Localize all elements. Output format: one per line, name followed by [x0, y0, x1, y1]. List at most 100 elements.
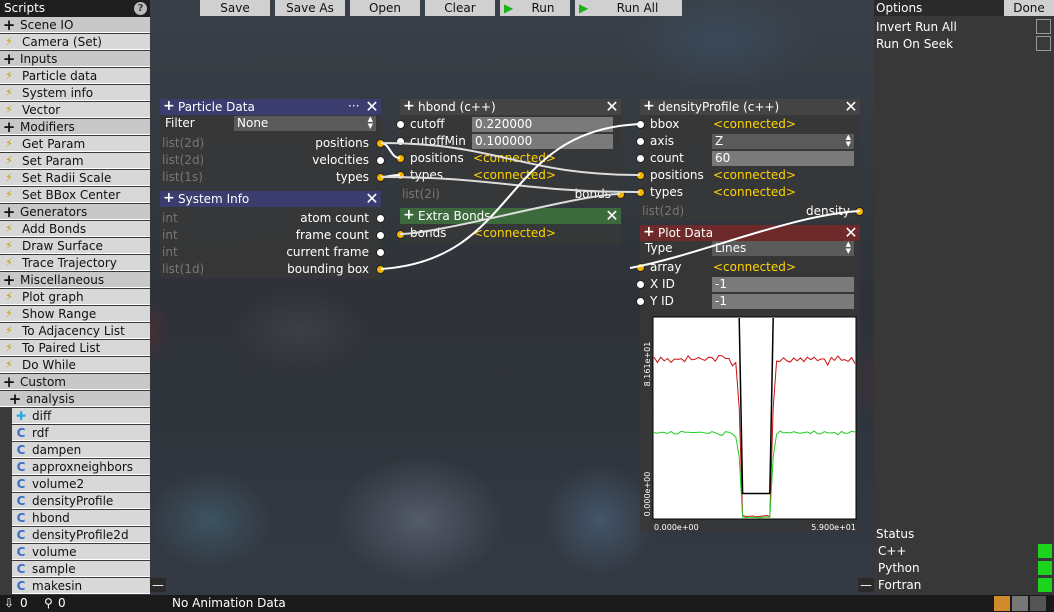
save-as-button[interactable]: Save As [275, 0, 345, 16]
script-item-volume2[interactable]: Cvolume2 [12, 476, 150, 492]
cutoffmin-input[interactable]: 0.100000 [472, 134, 613, 149]
input-port-types[interactable] [636, 188, 645, 197]
close-icon[interactable]: ✕ [364, 191, 380, 207]
close-icon[interactable]: ✕ [364, 99, 380, 115]
node-title-bar[interactable]: + System Info [160, 191, 381, 207]
input-types-label: types [410, 168, 444, 182]
script-item-plot-graph[interactable]: ⚡ Plot graph [0, 289, 150, 305]
density-profile-node[interactable]: + densityProfile (c++) ✕ bbox <connected>… [640, 99, 860, 221]
node-title-bar[interactable]: + Plot Data [640, 225, 860, 241]
input-port-positions[interactable] [636, 171, 645, 180]
script-item-system-info[interactable]: ⚡ System info [0, 85, 150, 101]
script-item-to-paired-list[interactable]: ⚡ To Paired List [0, 340, 150, 356]
filter-select[interactable]: None ▲ ▼ [234, 116, 376, 131]
output-port-frame-count[interactable] [376, 231, 385, 240]
menu-icon[interactable]: ··· [348, 99, 359, 113]
run-all-button[interactable]: ▶ Run All [575, 0, 682, 16]
collapse-left-button[interactable]: — [150, 578, 166, 592]
xid-input[interactable]: -1 [712, 277, 854, 292]
script-item-set-bbox-center[interactable]: ⚡ Set BBox Center [0, 187, 150, 203]
category-inputs[interactable]: + Inputs [0, 51, 150, 67]
run-button[interactable]: ▶ Run [500, 0, 570, 16]
invert-run-all-checkbox[interactable] [1036, 19, 1051, 34]
system-info-node[interactable]: + System Info ✕ int atom count int frame … [160, 191, 381, 278]
script-item-show-range[interactable]: ⚡ Show Range [0, 306, 150, 322]
output-port-velocities[interactable] [376, 156, 385, 165]
node-title-bar[interactable]: + Extra Bonds [400, 208, 621, 224]
connected-value: <connected> [713, 168, 796, 182]
category-generators[interactable]: + Generators [0, 204, 150, 220]
clear-button[interactable]: Clear [425, 0, 495, 16]
run-on-seek-checkbox[interactable] [1036, 36, 1051, 51]
yid-input[interactable]: -1 [712, 294, 854, 309]
category-analysis[interactable]: + analysis [0, 391, 150, 407]
node-title-bar[interactable]: + densityProfile (c++) [640, 99, 860, 115]
input-port-cutoff[interactable] [396, 120, 405, 129]
script-item-get-param[interactable]: ⚡ Get Param [0, 136, 150, 152]
script-item-hbond[interactable]: Chbond [12, 510, 150, 526]
done-button[interactable]: Done [1004, 0, 1054, 16]
close-icon[interactable]: ✕ [604, 99, 620, 115]
script-item-diff[interactable]: ✚ diff [12, 408, 150, 424]
collapse-right-button[interactable]: — [858, 578, 874, 592]
input-port-bonds[interactable] [396, 230, 405, 239]
output-port-density[interactable] [855, 207, 864, 216]
script-item-rdf[interactable]: Crdf [12, 425, 150, 441]
input-port-axis[interactable] [636, 137, 645, 146]
extra-bonds-node[interactable]: + Extra Bonds ✕ bonds <connected> [400, 208, 621, 244]
input-port-xid[interactable] [636, 280, 645, 289]
output-port-atom-count[interactable] [376, 214, 385, 223]
cutoff-input[interactable]: 0.220000 [472, 117, 613, 132]
hbond-node[interactable]: + hbond (c++) ✕ cutoff 0.220000 cutoffMin… [400, 99, 621, 204]
output-port-types[interactable] [376, 173, 385, 182]
category-custom[interactable]: + Custom [0, 374, 150, 390]
script-item-dampen[interactable]: Cdampen [12, 442, 150, 458]
close-icon[interactable]: ✕ [843, 225, 859, 241]
input-port-yid[interactable] [636, 297, 645, 306]
input-port-positions[interactable] [396, 154, 405, 163]
category-scene-io[interactable]: + Scene IO [0, 17, 150, 33]
category-miscellaneous[interactable]: + Miscellaneous [0, 272, 150, 288]
help-icon[interactable]: ? [134, 2, 147, 15]
status-title: Status [876, 527, 915, 541]
script-item-makesin[interactable]: Cmakesin [12, 578, 150, 594]
pan-icon[interactable] [1012, 596, 1028, 611]
script-item-densityprofile2d[interactable]: CdensityProfile2d [12, 527, 150, 543]
script-item-particle-data[interactable]: ⚡ Particle data [0, 68, 150, 84]
open-button[interactable]: Open [350, 0, 420, 16]
particle-data-node[interactable]: + Particle Data ··· ✕ Filter None ▲ ▼ list(… [160, 99, 381, 186]
script-item-add-bonds[interactable]: ⚡ Add Bonds [0, 221, 150, 237]
script-item-set-param[interactable]: ⚡ Set Param [0, 153, 150, 169]
zoom-icon[interactable] [1030, 596, 1046, 611]
move-icon[interactable] [994, 596, 1010, 611]
axis-select[interactable]: Z ▲ ▼ [712, 134, 854, 149]
save-button[interactable]: Save [200, 0, 270, 16]
close-icon[interactable]: ✕ [604, 208, 620, 224]
input-port-cutoffmin[interactable] [396, 137, 405, 146]
script-item-densityprofile[interactable]: CdensityProfile [12, 493, 150, 509]
script-item-volume[interactable]: Cvolume [12, 544, 150, 560]
script-item-sample[interactable]: Csample [12, 561, 150, 577]
close-icon[interactable]: ✕ [843, 99, 859, 115]
script-item-vector[interactable]: ⚡ Vector [0, 102, 150, 118]
script-item-trace-trajectory[interactable]: ⚡ Trace Trajectory [0, 255, 150, 271]
connected-value: <connected> [713, 117, 796, 131]
script-item-approxneighbors[interactable]: Capproxneighbors [12, 459, 150, 475]
node-title-bar[interactable]: + hbond (c++) [400, 99, 621, 115]
script-item-draw-surface[interactable]: ⚡ Draw Surface [0, 238, 150, 254]
script-item-set-radii-scale[interactable]: ⚡ Set Radii Scale [0, 170, 150, 186]
script-item-camera-set-[interactable]: ⚡ Camera (Set) [0, 34, 150, 50]
output-port-positions[interactable] [376, 139, 385, 148]
type-select[interactable]: Lines ▲ ▼ [712, 241, 854, 256]
category-modifiers[interactable]: + Modifiers [0, 119, 150, 135]
script-item-do-while[interactable]: ⚡ Do While [0, 357, 150, 373]
input-port-types[interactable] [396, 171, 405, 180]
script-item-to-adjacency-list[interactable]: ⚡ To Adjacency List [0, 323, 150, 339]
output-port-current-frame[interactable] [376, 248, 385, 257]
output-port-bounding-box[interactable] [376, 265, 385, 274]
count-input[interactable]: 60 [712, 151, 854, 166]
input-port-bbox[interactable] [636, 120, 645, 129]
input-port-count[interactable] [636, 154, 645, 163]
input-port-array[interactable] [636, 263, 645, 272]
output-port-bonds[interactable] [616, 190, 625, 199]
